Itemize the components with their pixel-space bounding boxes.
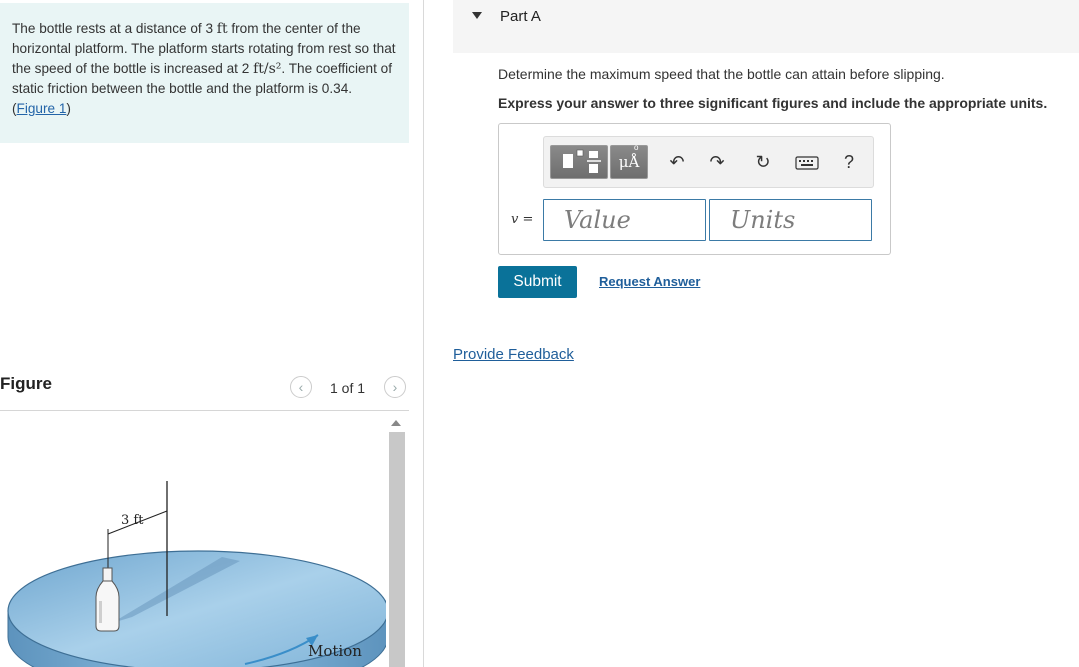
figure-title: Figure — [0, 374, 52, 393]
prev-figure-button[interactable]: ‹ — [290, 376, 312, 398]
part-header[interactable]: Part A — [453, 0, 1079, 53]
reset-icon[interactable]: ↻ — [752, 151, 774, 173]
provide-feedback-link[interactable]: Provide Feedback — [453, 346, 574, 363]
figure-link[interactable]: Figure 1 — [17, 101, 67, 116]
platform-illustration: 3 ft Motion — [7, 481, 386, 667]
motion-label: Motion — [308, 642, 362, 660]
figure-pager: ‹ 1 of 1 › — [290, 376, 410, 400]
units-input[interactable] — [709, 199, 872, 241]
problem-statement: The bottle rests at a distance of 3 ft f… — [0, 3, 409, 143]
chevron-right-icon: › — [392, 379, 398, 395]
next-figure-button[interactable]: › — [384, 376, 406, 398]
help-icon[interactable]: ? — [838, 151, 860, 173]
keyboard-icon[interactable] — [794, 151, 820, 173]
units-icon: μÅ — [611, 146, 647, 178]
unit-acceleration: ft/s² — [253, 60, 282, 77]
caret-down-icon[interactable] — [472, 12, 482, 19]
units-button[interactable]: μÅ o — [610, 143, 648, 179]
templates-button[interactable] — [550, 145, 608, 179]
answer-box: μÅ o ↶ ↷ ↻ ? v = — [498, 123, 891, 255]
undo-icon[interactable]: ↶ — [666, 151, 688, 173]
scroll-up-arrow-icon[interactable] — [391, 420, 401, 426]
unit-ft: ft — [216, 21, 228, 37]
units-ring: o — [634, 143, 639, 152]
figure-link-close: ) — [66, 100, 71, 116]
part-title[interactable]: Part A — [500, 8, 541, 25]
dimension-label: 3 ft — [121, 513, 144, 528]
figure-scrollbar[interactable] — [388, 420, 406, 667]
templates-icon — [563, 149, 601, 173]
math-toolbar: μÅ o ↶ ↷ ↻ ? — [543, 136, 874, 188]
left-panel: The bottle rests at a distance of 3 ft f… — [0, 0, 409, 667]
scroll-thumb[interactable] — [389, 432, 405, 667]
chevron-left-icon: ‹ — [298, 379, 304, 395]
instruction-text: Express your answer to three significant… — [498, 95, 1048, 111]
request-answer-link[interactable]: Request Answer — [599, 274, 700, 289]
pager-text: 1 of 1 — [330, 380, 366, 396]
question-text: Determine the maximum speed that the bot… — [498, 66, 945, 82]
units-button-label: μÅ — [618, 153, 640, 171]
submit-button[interactable]: Submit — [498, 266, 577, 298]
redo-icon[interactable]: ↷ — [706, 151, 728, 173]
variable-label: v = — [511, 212, 534, 227]
figure-image: 3 ft Motion — [0, 411, 386, 667]
value-input[interactable] — [543, 199, 706, 241]
column-separator — [423, 0, 424, 667]
problem-text-1: The bottle rests at a distance of 3 — [12, 21, 217, 36]
help-label: ? — [843, 152, 854, 172]
